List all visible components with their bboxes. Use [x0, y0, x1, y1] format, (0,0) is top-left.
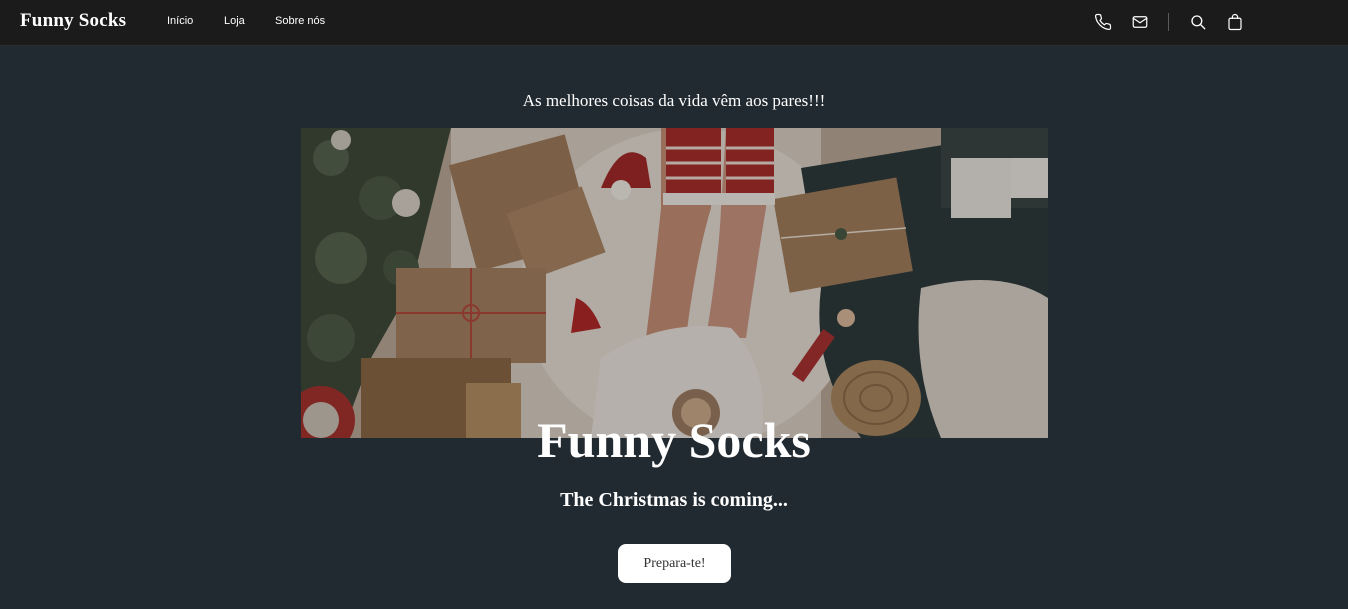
nav-link-sobre-nos[interactable]: Sobre nós — [275, 15, 325, 27]
hero-tagline: As melhores coisas da vida vêm aos pares… — [522, 91, 826, 110]
hero-subtitle: The Christmas is coming... — [560, 489, 788, 511]
hero-title: Funny Socks — [537, 412, 811, 468]
nav-link-inicio[interactable]: Início — [167, 15, 193, 27]
hero-image — [301, 128, 1048, 438]
prepara-te-button[interactable]: Prepara-te! — [618, 544, 731, 583]
nav-link-loja[interactable]: Loja — [224, 15, 245, 27]
nav-divider — [1168, 13, 1169, 31]
shopping-bag-icon[interactable] — [1226, 13, 1244, 31]
mail-icon[interactable] — [1131, 13, 1149, 31]
search-icon[interactable] — [1189, 13, 1207, 31]
brand-logo[interactable]: Funny Socks — [20, 10, 126, 32]
phone-icon[interactable] — [1094, 13, 1112, 31]
hero-image-overlay — [301, 128, 1048, 438]
top-navbar: Funny Socks Início Loja Sobre nós — [0, 0, 1348, 46]
